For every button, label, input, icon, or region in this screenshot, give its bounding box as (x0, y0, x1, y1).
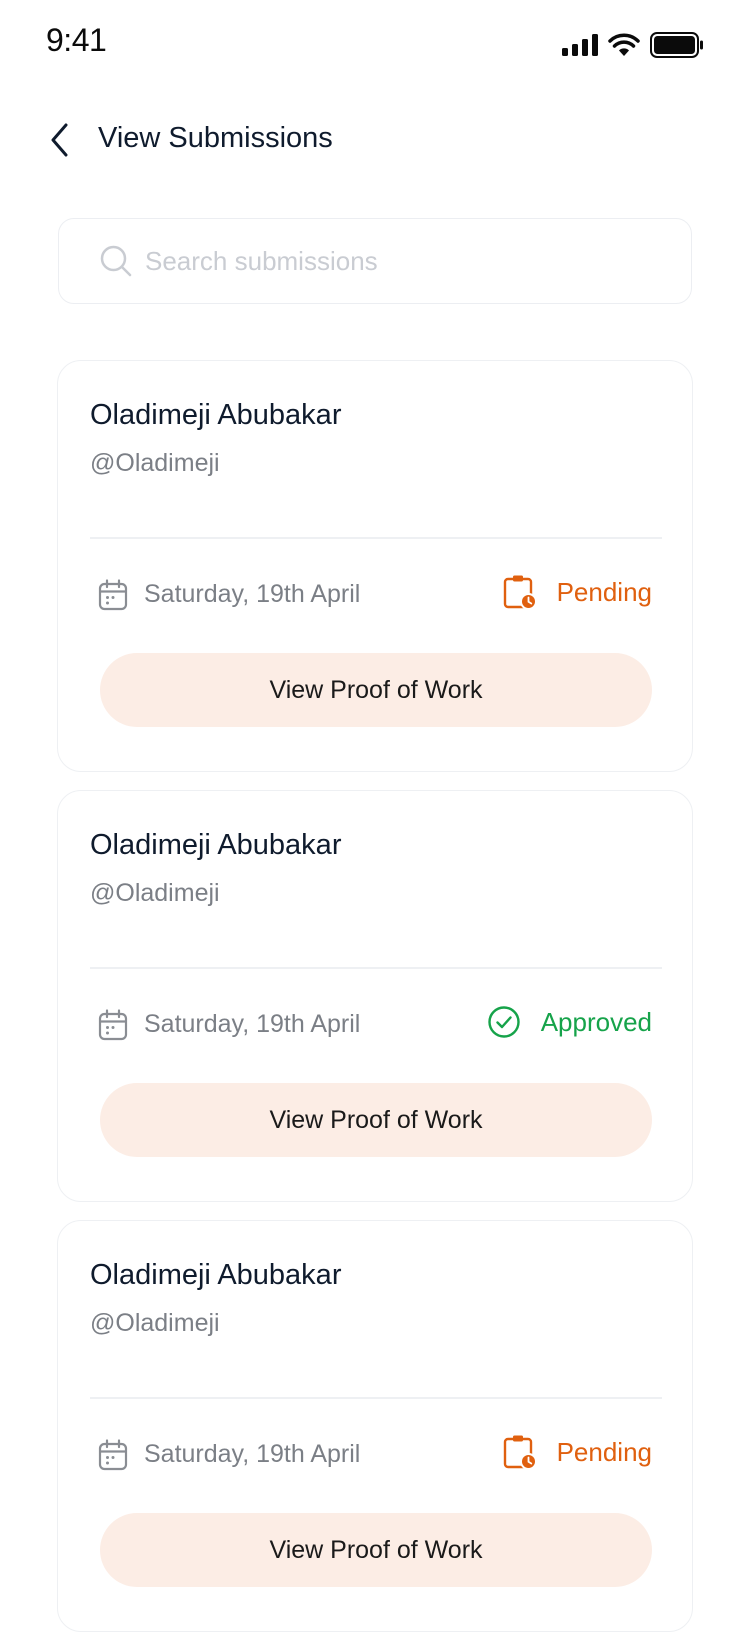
status-badge: Approved (487, 1001, 652, 1043)
submitter-name: Oladimeji Abubakar (90, 1259, 342, 1291)
clipboard-clock-icon (503, 1435, 537, 1470)
header: View Submissions (0, 100, 750, 180)
status-label: Pending (556, 1436, 652, 1467)
divider (90, 537, 662, 539)
back-button[interactable] (40, 120, 80, 160)
chevron-left-icon (51, 123, 68, 157)
status-bar: 9:41 (0, 0, 750, 88)
status-label: Pending (556, 576, 652, 607)
search-box[interactable] (58, 218, 692, 304)
submission-date: Saturday, 19th April (144, 580, 361, 608)
calendar-icon (98, 1439, 128, 1471)
status-icons (562, 30, 704, 60)
page-title: View Submissions (98, 122, 333, 154)
status-badge: Pending (503, 571, 652, 613)
search-icon (100, 245, 132, 277)
status-badge: Pending (503, 1431, 652, 1473)
wifi-icon (608, 33, 640, 56)
status-time: 9:41 (46, 22, 107, 58)
view-proof-of-work-button[interactable]: View Proof of Work (100, 1513, 652, 1587)
submitter-handle: @Oladimeji (90, 879, 220, 907)
battery-icon (650, 32, 703, 58)
submitter-name: Oladimeji Abubakar (90, 399, 342, 431)
submission-card: Oladimeji Abubakar @Oladimeji Saturday, … (57, 360, 693, 772)
view-proof-of-work-button[interactable]: View Proof of Work (100, 653, 652, 727)
calendar-icon (98, 579, 128, 611)
submitter-name: Oladimeji Abubakar (90, 829, 342, 861)
submission-date: Saturday, 19th April (144, 1010, 361, 1038)
submission-card: Oladimeji Abubakar @Oladimeji Saturday, … (57, 790, 693, 1202)
submitter-handle: @Oladimeji (90, 1309, 220, 1337)
divider (90, 967, 662, 969)
signal-icon (562, 34, 598, 56)
clipboard-clock-icon (503, 575, 537, 610)
submitter-handle: @Oladimeji (90, 449, 220, 477)
view-proof-of-work-button[interactable]: View Proof of Work (100, 1083, 652, 1157)
submission-date: Saturday, 19th April (144, 1440, 361, 1468)
divider (90, 1397, 662, 1399)
search-input[interactable] (145, 245, 665, 277)
status-label: Approved (540, 1006, 652, 1037)
submission-card: Oladimeji Abubakar @Oladimeji Saturday, … (57, 1220, 693, 1632)
calendar-icon (98, 1009, 128, 1041)
check-circle-icon (487, 1006, 520, 1038)
